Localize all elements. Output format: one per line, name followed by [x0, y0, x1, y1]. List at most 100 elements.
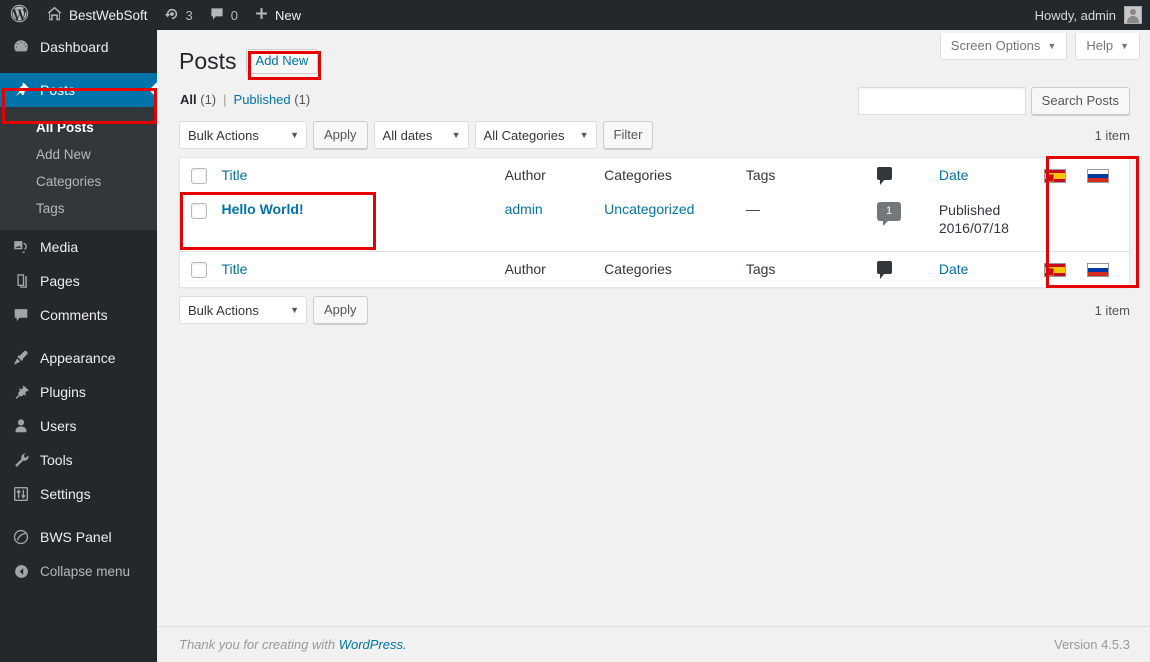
bulk-actions-select-top[interactable]: Bulk Actions ▼ — [179, 121, 307, 149]
updates-icon — [164, 6, 180, 25]
updates-button[interactable]: 3 — [156, 0, 201, 30]
pin-icon — [11, 81, 31, 99]
collapse-menu-button[interactable]: Collapse menu — [0, 554, 157, 588]
new-content-label: New — [275, 7, 302, 23]
post-author-link[interactable]: admin — [505, 201, 543, 217]
avatar[interactable] — [1124, 6, 1142, 24]
tablenav-bottom: Bulk Actions ▼ Apply 1 item — [179, 296, 1130, 325]
sidebar-item-comments[interactable]: Comments — [0, 298, 157, 332]
sidebar-item-pages[interactable]: Pages — [0, 264, 157, 298]
row-flag-es-cell[interactable] — [1044, 193, 1087, 251]
column-footer-title[interactable]: Title — [221, 250, 505, 288]
column-footer-date[interactable]: Date — [938, 250, 1044, 288]
search-box: Search Posts — [857, 87, 1130, 115]
sidebar-item-tags[interactable]: Tags — [0, 195, 157, 222]
column-header-flag-es — [1043, 158, 1087, 194]
view-all-label[interactable]: All — [180, 92, 197, 107]
view-all[interactable]: All (1) — [180, 92, 216, 107]
filter-button[interactable]: Filter — [602, 121, 654, 149]
chevron-down-icon: ▼ — [290, 305, 299, 316]
table-footer-row: Title Author Categories Tags Date — [179, 250, 1130, 288]
flag-russia-icon — [1086, 169, 1109, 184]
collapse-arrow-icon — [11, 563, 31, 580]
select-all-header — [180, 158, 222, 194]
sidebar-item-dashboard[interactable]: Dashboard — [0, 30, 157, 64]
sidebar-item-all-posts[interactable]: All Posts — [0, 114, 157, 141]
howdy-label[interactable]: Howdy, admin — [1035, 8, 1124, 23]
row-author-cell: admin — [505, 193, 605, 251]
comment-icon — [11, 306, 31, 324]
sidebar-item-categories[interactable]: Categories — [0, 168, 157, 195]
sidebar-separator — [0, 511, 157, 520]
sidebar-item-bws-panel[interactable]: BWS Panel — [0, 520, 157, 554]
sidebar-item-users[interactable]: Users — [0, 409, 157, 443]
apply-button-bottom[interactable]: Apply — [313, 296, 368, 325]
table-header-row: Title Author Categories Tags Date — [180, 158, 1130, 194]
sidebar-item-label: Pages — [40, 273, 80, 289]
site-name-menu[interactable]: BestWebSoft — [38, 0, 156, 30]
sidebar-item-label: Media — [40, 239, 79, 255]
sidebar-item-appearance[interactable]: Appearance — [0, 341, 157, 375]
footer-thanks: Thank you for creating with WordPress. — [179, 637, 407, 652]
displaying-num-top: 1 item — [1094, 127, 1130, 143]
bulk-actions-select-bottom[interactable]: Bulk Actions ▼ — [179, 296, 307, 325]
admin-footer: Thank you for creating with WordPress. V… — [157, 626, 1150, 662]
date-filter-select[interactable]: All dates ▼ — [373, 121, 469, 149]
sidebar-item-label: Users — [40, 418, 77, 434]
sidebar-item-tools[interactable]: Tools — [0, 443, 157, 477]
search-input[interactable] — [857, 87, 1026, 115]
flag-spain-icon — [1043, 169, 1066, 184]
comment-count-bubble[interactable]: 1 — [877, 202, 902, 227]
post-title-link[interactable]: Hello World! — [221, 201, 303, 217]
column-footer-flag-es — [1043, 250, 1087, 288]
comment-icon — [877, 260, 893, 279]
sidebar-item-settings[interactable]: Settings — [0, 477, 157, 511]
sidebar-item-posts[interactable]: Posts — [0, 73, 157, 107]
wordpress-link[interactable]: WordPress. — [339, 637, 407, 652]
tablenav-top: Bulk Actions ▼ Apply All dates ▼ All Cat… — [179, 121, 1130, 149]
row-flag-ru-cell[interactable] — [1087, 193, 1130, 251]
wordpress-logo-button[interactable] — [0, 0, 38, 30]
page-wrap: Posts Add New All (1) | Published (1) Se… — [157, 30, 1150, 325]
sidebar-item-media[interactable]: Media — [0, 230, 157, 264]
add-new-button[interactable]: Add New — [245, 49, 319, 74]
sidebar-item-label: Posts — [40, 82, 76, 98]
sidebar-item-label: Comments — [40, 307, 108, 323]
select-all-checkbox-footer[interactable] — [191, 262, 207, 279]
bulk-actions-value: Bulk Actions — [188, 127, 259, 143]
date-filter-value: All dates — [382, 127, 433, 143]
apply-button-top[interactable]: Apply — [313, 121, 368, 149]
category-filter-select[interactable]: All Categories ▼ — [474, 121, 597, 149]
posts-table-head: Title Author Categories Tags Date — [180, 158, 1130, 194]
post-tags-value: — — [745, 201, 760, 218]
new-content-button[interactable]: New — [246, 0, 309, 30]
column-header-date[interactable]: Date — [939, 158, 1044, 194]
post-category-link[interactable]: Uncategorized — [604, 201, 694, 217]
posts-submenu: All Posts Add New Categories Tags — [0, 107, 157, 230]
posts-table: Title Author Categories Tags Date Hello … — [179, 157, 1130, 289]
comments-bubble-button[interactable]: 0 — [201, 0, 246, 30]
column-header-title[interactable]: Title — [221, 158, 504, 194]
collapse-menu-label: Collapse menu — [40, 563, 131, 579]
table-row[interactable]: Hello World! admin Uncategorized — 1 Pub… — [180, 193, 1130, 251]
sidebar-item-label: Appearance — [40, 350, 116, 366]
row-title-cell: Hello World! — [221, 193, 504, 251]
sidebar-item-add-new[interactable]: Add New — [0, 141, 157, 168]
main-content: Screen Options ▼ Help ▼ Posts Add New Al… — [157, 30, 1150, 662]
user-icon — [11, 417, 31, 435]
view-published[interactable]: Published (1) — [234, 92, 311, 107]
select-all-checkbox[interactable] — [191, 168, 207, 185]
wordpress-admin-screen: BestWebSoft 3 0 New Howdy, admin Dashboa… — [0, 0, 1150, 662]
comment-icon — [209, 6, 225, 25]
sidebar-item-label: Settings — [40, 486, 91, 502]
row-checkbox[interactable] — [191, 202, 207, 219]
views-divider: | — [223, 92, 227, 107]
admin-bar: BestWebSoft 3 0 New Howdy, admin — [0, 0, 1150, 30]
pages-icon — [11, 272, 31, 290]
search-posts-button[interactable]: Search Posts — [1030, 87, 1130, 115]
wrench-icon — [11, 451, 31, 469]
post-date-value: 2016/07/18 — [938, 220, 1009, 237]
view-published-label[interactable]: Published — [234, 92, 291, 107]
column-header-categories: Categories — [604, 167, 672, 183]
sidebar-item-plugins[interactable]: Plugins — [0, 375, 157, 409]
